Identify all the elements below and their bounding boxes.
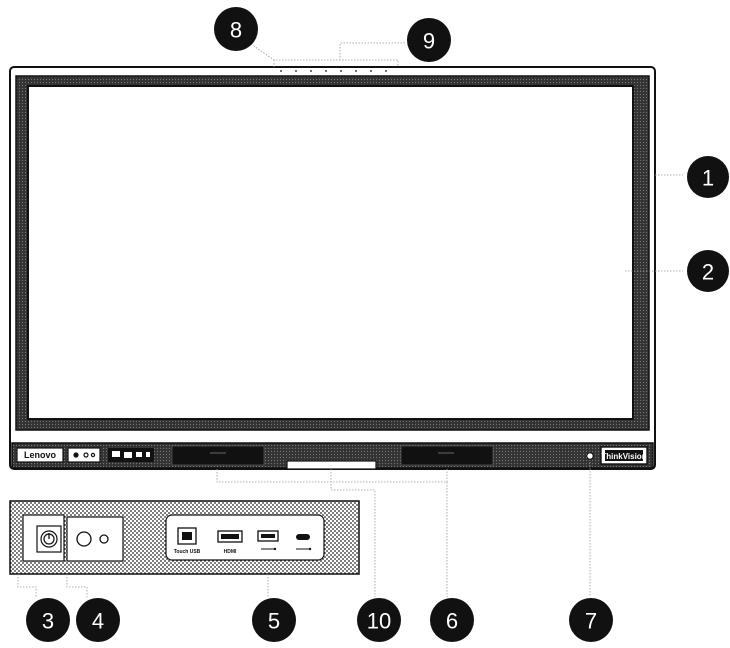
screen-panel — [27, 85, 634, 420]
front-power-ir — [67, 447, 101, 463]
callout-4: 4 — [76, 598, 120, 642]
callout-5: 5 — [252, 598, 296, 642]
sensor-window — [66, 516, 124, 562]
lenovo-badge: Lenovo — [16, 447, 64, 463]
leader-8 — [250, 43, 399, 67]
monitor: Lenovo ThinkVision — [9, 66, 656, 470]
ambient-light-sensor-icon — [586, 452, 594, 460]
thinkvision-badge: ThinkVision — [600, 446, 648, 465]
callout-5-label: 5 — [268, 609, 280, 634]
left-speaker — [171, 445, 265, 466]
leader-9 — [339, 42, 405, 60]
usb-c-port-icon — [296, 534, 310, 540]
display-diagram: Lenovo ThinkVision Touch USB HDMI 1 2 3 … — [9, 7, 729, 642]
callout-4-label: 4 — [92, 609, 104, 634]
leader-3 — [17, 574, 37, 597]
callout-3-label: 3 — [42, 609, 54, 634]
ir-receiver-icon — [76, 531, 92, 547]
callout-6-label: 6 — [446, 609, 458, 634]
callout-10-label: 10 — [367, 609, 391, 634]
callout-3: 3 — [26, 598, 70, 642]
brand-left-text: Lenovo — [24, 450, 57, 460]
hdmi-label: HDMI — [224, 549, 237, 555]
callout-10: 10 — [357, 598, 401, 642]
callout-6: 6 — [430, 598, 474, 642]
callout-7-label: 7 — [585, 609, 597, 634]
indicator-led-icon — [99, 534, 109, 544]
front-ports — [108, 448, 154, 462]
right-speaker — [400, 445, 494, 466]
center-pen-tray — [286, 460, 377, 470]
callout-8: 8 — [214, 7, 258, 51]
callout-9: 9 — [407, 18, 451, 62]
callout-7: 7 — [569, 598, 613, 642]
leader-6 — [216, 469, 448, 483]
callout-1: 1 — [687, 156, 729, 198]
callout-8-label: 8 — [230, 18, 242, 43]
side-io-panel-detail: Touch USB HDMI — [9, 500, 360, 575]
callout-2: 2 — [687, 250, 729, 292]
brand-right-text: ThinkVision — [601, 452, 646, 461]
power-indicator-icon — [73, 452, 79, 458]
callout-1-label: 1 — [702, 166, 714, 191]
callout-2-label: 2 — [702, 260, 714, 285]
leader-4 — [66, 574, 88, 597]
callout-9-label: 9 — [423, 29, 435, 54]
touch-usb-label: Touch USB — [174, 549, 201, 555]
